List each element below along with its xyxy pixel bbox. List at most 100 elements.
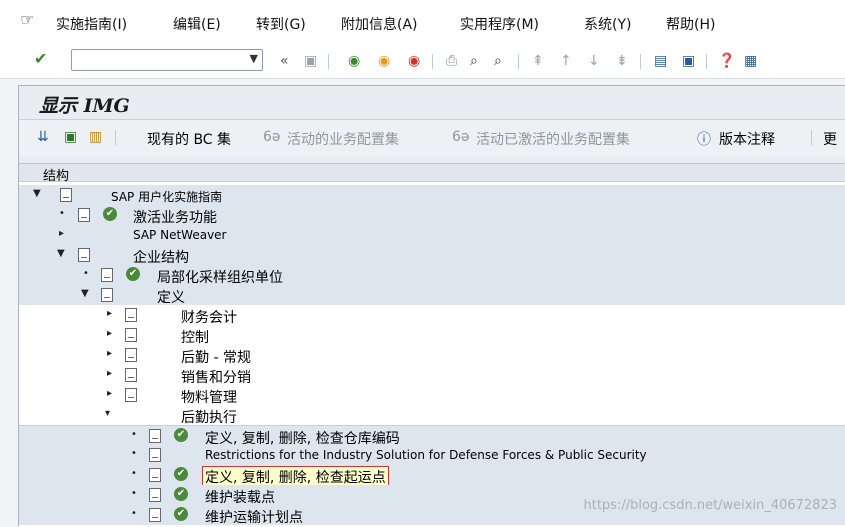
tree-node[interactable]: ▼ SAP 用户化实施指南: [19, 185, 845, 205]
exit-icon[interactable]: ◉: [378, 52, 390, 70]
new-session-icon[interactable]: ▤: [654, 52, 667, 70]
expand-all-icon[interactable]: ⇊: [37, 129, 49, 145]
toolbar-divider: [706, 54, 707, 69]
tree-node-label: 销售和分销: [181, 370, 251, 386]
document-icon: [149, 508, 161, 522]
first-page-icon[interactable]: ⇞: [532, 52, 544, 70]
active-business-config-sets-button[interactable]: 活动的业务配置集: [287, 129, 399, 149]
tree-node-label: 局部化采样组织单位: [157, 270, 283, 286]
chevron-down-icon[interactable]: ▼: [250, 52, 258, 65]
find-next-icon[interactable]: ⌕: [494, 52, 502, 70]
back-icon[interactable]: ◉: [348, 52, 360, 70]
document-icon: [125, 308, 137, 322]
collapse-arrow-icon[interactable]: «: [280, 52, 289, 70]
next-page-icon[interactable]: ↓: [588, 52, 600, 70]
bullet-icon: •: [131, 468, 137, 479]
expand-arrow-icon[interactable]: ▸: [107, 348, 112, 359]
existing-bc-sets-button[interactable]: 现有的 BC 集: [147, 129, 231, 149]
activity-execute-icon[interactable]: ✔: [126, 267, 140, 281]
tree-node[interactable]: ▼ 定义: [19, 285, 845, 306]
menu-goto[interactable]: 转到(G): [256, 14, 306, 34]
page-title: 显示 IMG: [39, 95, 130, 117]
enter-check-icon[interactable]: ✔: [34, 50, 47, 68]
layout-menu-icon[interactable]: ▦: [744, 52, 757, 70]
glasses-icon[interactable]: 6ә: [263, 129, 281, 145]
tree-node[interactable]: ▸ 财务会计: [19, 305, 845, 326]
previous-page-icon[interactable]: ↑: [560, 52, 572, 70]
tree-node[interactable]: ▸ 控制: [19, 325, 845, 346]
expand-arrow-icon[interactable]: ▾: [105, 408, 110, 419]
find-icon[interactable]: ⌕: [470, 52, 478, 70]
last-page-icon[interactable]: ⇟: [616, 52, 628, 70]
document-icon: [101, 288, 113, 302]
document-icon: [149, 429, 161, 443]
activity-execute-icon[interactable]: ✔: [174, 507, 188, 521]
tree-node[interactable]: ▼ 企业结构: [19, 245, 845, 266]
tree-node-label: 后勤执行: [181, 410, 237, 426]
tree-node[interactable]: • ✔ 局部化采样组织单位: [19, 265, 845, 286]
shortcut-icon[interactable]: ▣: [682, 52, 695, 70]
tree-node-label: 后勤 - 常规: [181, 350, 251, 366]
expand-arrow-icon[interactable]: ▸: [107, 308, 112, 319]
menu-implementation-guide[interactable]: 实施指南(I): [56, 14, 127, 34]
img-structure-tree: 结构 ▼ SAP 用户化实施指南 • ✔ 激活业务功能 ▸ SAP NetWea…: [19, 163, 845, 527]
tree-node[interactable]: ▸ 后勤 - 常规: [19, 345, 845, 366]
command-input[interactable]: [75, 51, 239, 71]
glasses-icon[interactable]: 6ә: [452, 129, 470, 145]
print-icon[interactable]: ⎙: [446, 52, 457, 70]
tree-node-label: 定义, 复制, 删除, 检查起运点: [202, 466, 389, 488]
tree-node-label: 控制: [181, 330, 209, 346]
expand-arrow-icon[interactable]: ▸: [59, 228, 64, 239]
release-notes-button[interactable]: 版本注释: [719, 129, 775, 149]
activity-execute-icon[interactable]: ✔: [174, 467, 188, 481]
tree-node[interactable]: ▸ SAP NetWeaver: [19, 225, 845, 245]
documentation-icon[interactable]: ▥: [89, 129, 102, 145]
tree-node[interactable]: • ✔ 定义, 复制, 删除, 检查仓库编码: [19, 425, 845, 447]
tree-node-label: 定义: [157, 290, 185, 306]
document-icon: [60, 188, 72, 202]
tree-node[interactable]: • Restrictions for the Industry Solution…: [19, 445, 845, 465]
bullet-icon: •: [131, 508, 137, 519]
expand-arrow-icon[interactable]: ▼: [81, 288, 89, 299]
tree-node[interactable]: • ✔ 激活业务功能: [19, 205, 845, 226]
document-icon: [125, 328, 137, 342]
document-icon: [78, 248, 90, 262]
menu-edit[interactable]: 编辑(E): [173, 14, 221, 34]
tree-node-label: 维护装载点: [205, 490, 275, 506]
activity-execute-icon[interactable]: ✔: [103, 207, 117, 221]
expand-arrow-icon[interactable]: ▼: [33, 188, 41, 199]
document-icon: [125, 388, 137, 402]
expand-arrow-icon[interactable]: ▸: [107, 328, 112, 339]
tree-node[interactable]: ▾ 后勤执行: [19, 405, 845, 426]
tree-node[interactable]: ▸ 物料管理: [19, 385, 845, 406]
tree-node-label: 企业结构: [133, 250, 189, 266]
help-icon[interactable]: ❓: [718, 52, 735, 70]
bullet-icon: •: [83, 268, 89, 279]
expand-arrow-icon[interactable]: ▼: [57, 248, 65, 259]
info-icon[interactable]: ⓘ: [697, 129, 711, 149]
activity-execute-icon[interactable]: ✔: [174, 428, 188, 442]
toolbar-divider: [328, 54, 329, 69]
save-icon[interactable]: ▣: [304, 52, 317, 70]
toolbar-divider: [518, 54, 519, 69]
menu-help[interactable]: 帮助(H): [666, 14, 715, 34]
expand-arrow-icon[interactable]: ▸: [107, 388, 112, 399]
tree-node[interactable]: ▸ 销售和分销: [19, 365, 845, 386]
menu-exit-icon[interactable]: ☞: [20, 10, 34, 29]
cancel-icon[interactable]: ◉: [408, 52, 420, 70]
tree-node-label: 财务会计: [181, 310, 237, 326]
activity-execute-icon[interactable]: ✔: [174, 487, 188, 501]
menu-bar: ☞ 实施指南(I) 编辑(E) 转到(G) 附加信息(A) 实用程序(M) 系统…: [0, 0, 845, 44]
command-field[interactable]: ▼: [71, 49, 263, 71]
standard-toolbar: ✔ ▼ « ▣ ◉ ◉ ◉ ⎙ ⌕ ⌕ ⇞ ↑ ↓ ⇟ ▤ ▣ ❓ ▦: [0, 44, 845, 79]
menu-extras[interactable]: 附加信息(A): [341, 14, 418, 34]
more-button[interactable]: 更: [823, 129, 837, 149]
menu-utilities[interactable]: 实用程序(M): [460, 14, 539, 34]
active-activated-business-config-sets-button[interactable]: 活动已激活的业务配置集: [476, 129, 630, 149]
menu-system[interactable]: 系统(Y): [584, 14, 631, 34]
tree-node-label: Restrictions for the Industry Solution f…: [205, 448, 647, 462]
expand-arrow-icon[interactable]: ▸: [107, 368, 112, 379]
bullet-icon: •: [131, 448, 137, 459]
execute-icon[interactable]: ▣: [64, 129, 77, 145]
tree-node-selected[interactable]: • ✔ 定义, 复制, 删除, 检查起运点: [19, 465, 845, 488]
